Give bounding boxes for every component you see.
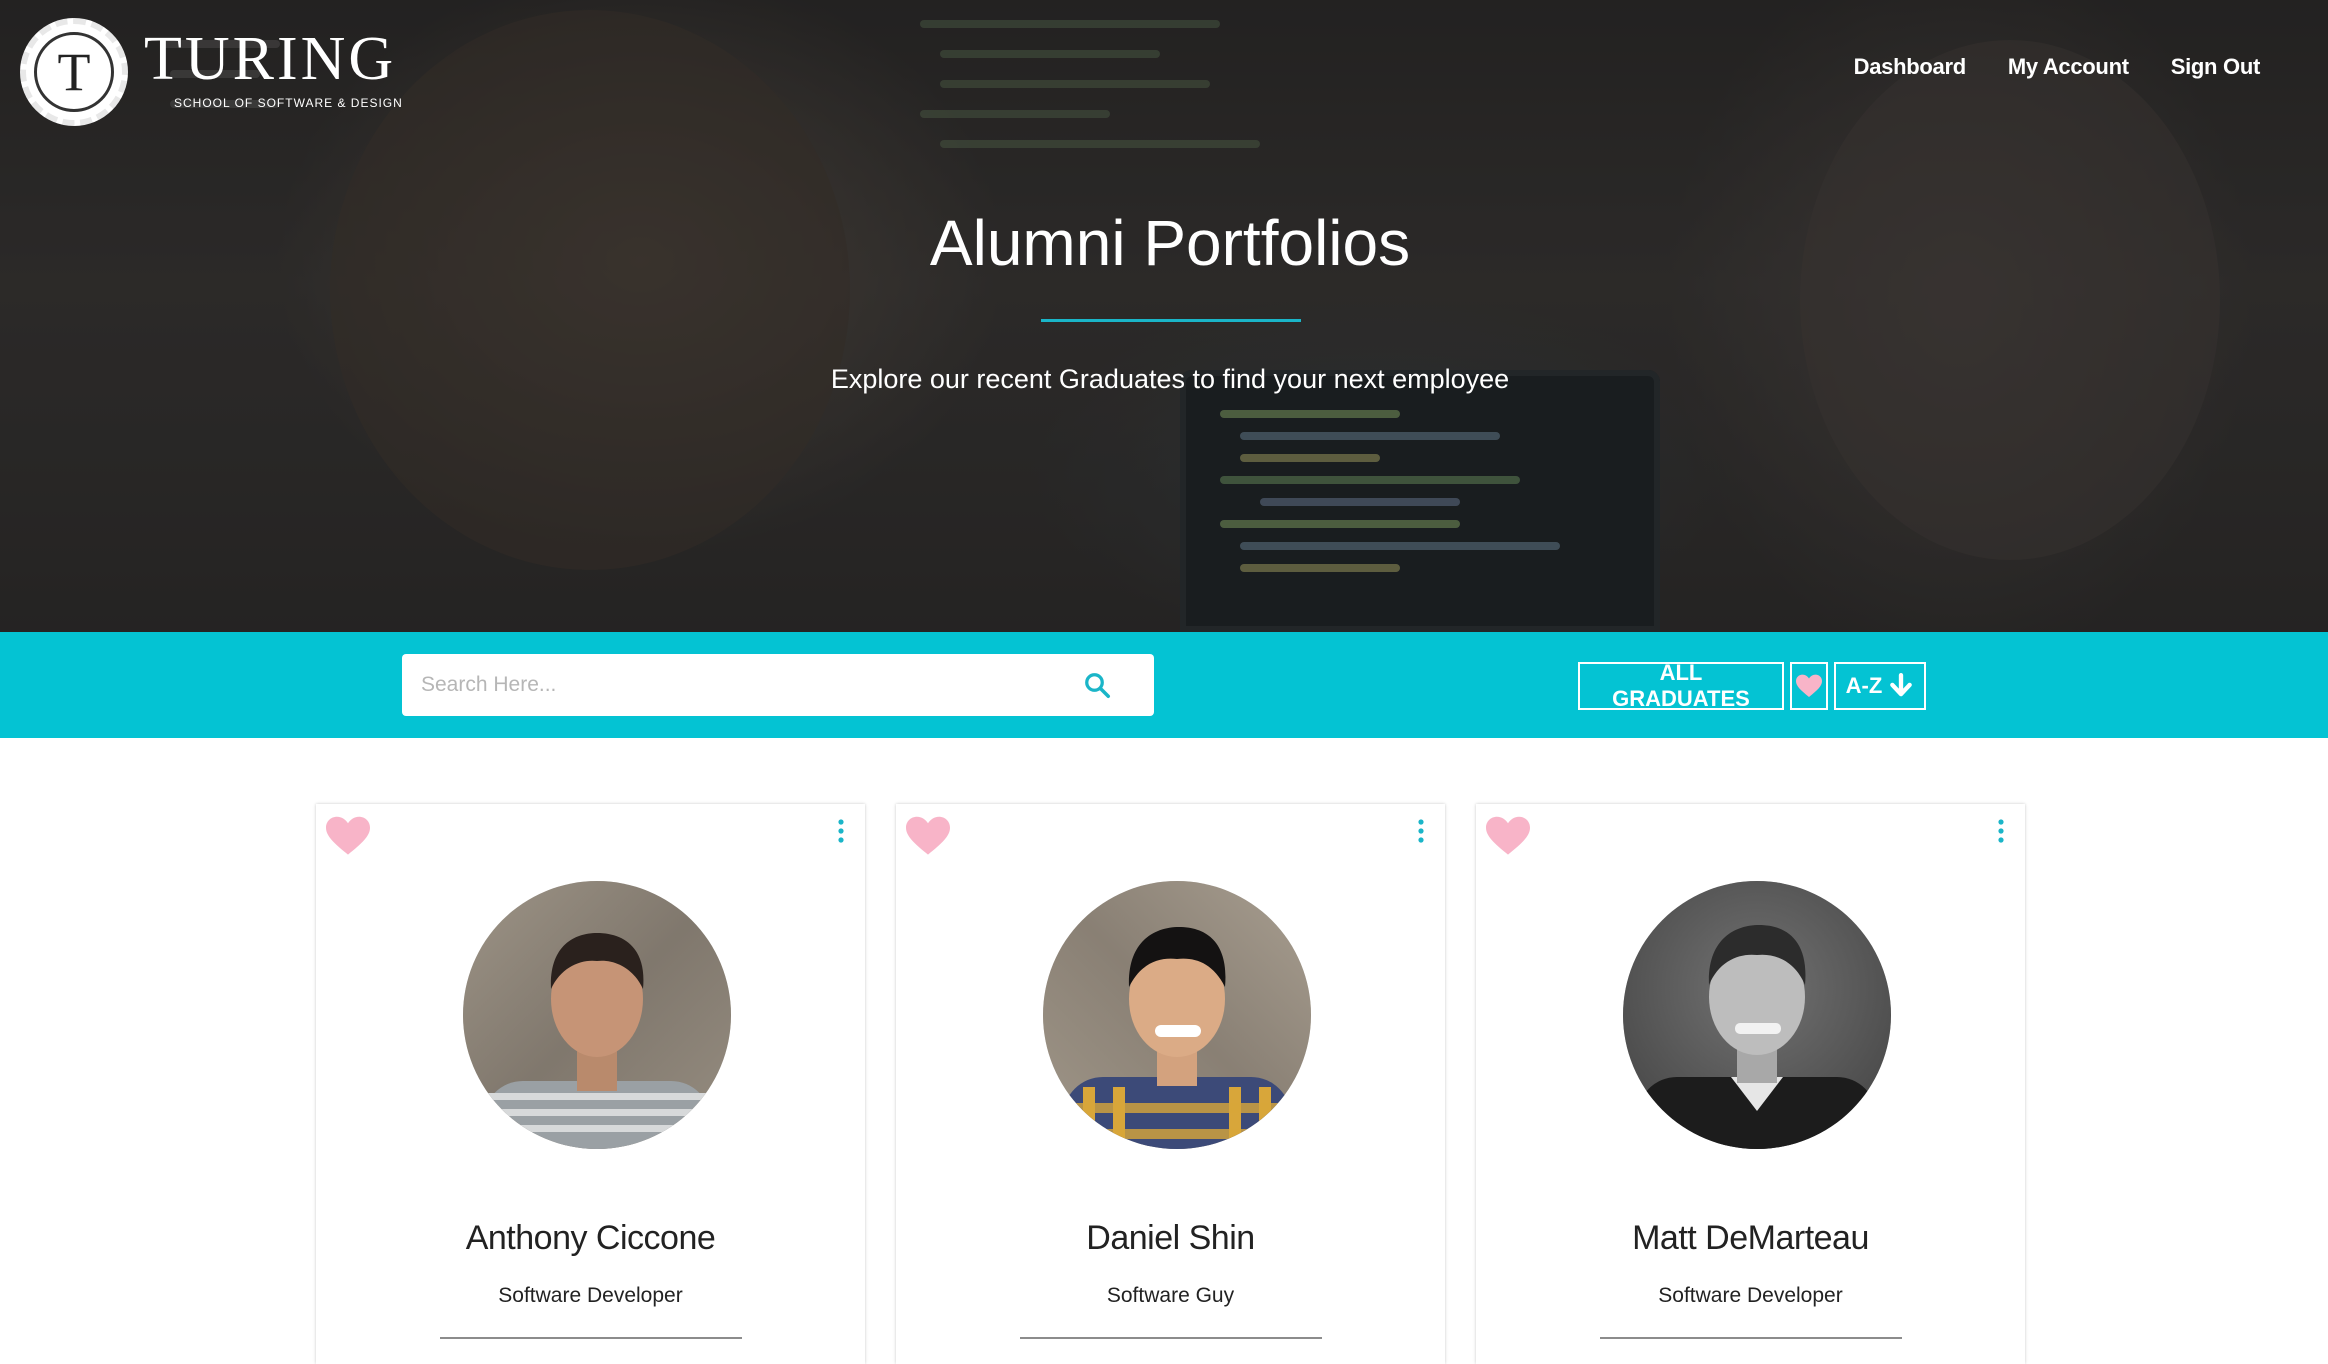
graduate-role: Software Developer xyxy=(1658,1284,1843,1307)
filter-buttons: ALL GRADUATES A-Z xyxy=(1578,660,1926,711)
favorites-filter-button[interactable] xyxy=(1790,662,1828,710)
graduate-card[interactable]: Anthony Ciccone Software Developer xyxy=(316,804,865,1364)
graduate-card[interactable]: Daniel Shin Software Guy xyxy=(896,804,1445,1364)
nav-link-my-account[interactable]: My Account xyxy=(2008,54,2129,80)
card-divider xyxy=(1600,1337,1902,1339)
card-divider xyxy=(440,1337,742,1339)
turing-logo[interactable]: T TURING SCHOOL OF SOFTWARE & DESIGN xyxy=(20,18,403,126)
search-box xyxy=(402,654,1154,716)
search-input[interactable] xyxy=(402,654,1042,716)
graduate-role: Software Guy xyxy=(1106,1284,1235,1307)
avatar xyxy=(1623,881,1891,1149)
nav-link-dashboard[interactable]: Dashboard xyxy=(1854,54,1967,80)
favorite-heart-icon[interactable] xyxy=(1486,816,1530,856)
logo-wordmark: TURING SCHOOL OF SOFTWARE & DESIGN xyxy=(144,28,403,110)
logo-tagline: SCHOOL OF SOFTWARE & DESIGN xyxy=(174,96,403,110)
arrow-down-icon xyxy=(1890,673,1913,697)
favorite-heart-icon[interactable] xyxy=(906,816,950,856)
logo-seal-letter: T xyxy=(34,32,114,112)
nav-link-sign-out[interactable]: Sign Out xyxy=(2171,54,2261,80)
sort-az-label: A-Z xyxy=(1845,673,1883,698)
graduate-name: Anthony Ciccone xyxy=(465,1219,716,1257)
search-icon[interactable] xyxy=(1082,670,1112,700)
page-subtitle: Explore our recent Graduates to find you… xyxy=(830,364,1510,394)
graduate-name: Matt DeMarteau xyxy=(1632,1219,1869,1257)
card-divider xyxy=(1020,1337,1322,1339)
top-navigation: Dashboard My Account Sign Out xyxy=(1854,54,2261,80)
hero-banner: T TURING SCHOOL OF SOFTWARE & DESIGN Das… xyxy=(0,0,2328,632)
avatar xyxy=(1043,881,1311,1149)
logo-name: TURING xyxy=(144,25,397,93)
graduate-name: Daniel Shin xyxy=(1086,1219,1255,1257)
all-graduates-label: ALL GRADUATES xyxy=(1612,660,1750,711)
heart-icon xyxy=(1796,674,1822,697)
more-options-icon[interactable] xyxy=(835,818,847,844)
logo-seal-icon: T xyxy=(20,18,128,126)
favorite-heart-icon[interactable] xyxy=(326,816,370,856)
filter-toolbar: ALL GRADUATES A-Z xyxy=(0,632,2328,738)
sort-az-button[interactable]: A-Z xyxy=(1834,662,1926,710)
all-graduates-button[interactable]: ALL GRADUATES xyxy=(1578,660,1784,711)
graduate-role: Software Developer xyxy=(498,1284,683,1307)
graduate-card[interactable]: Matt DeMarteau Software Developer xyxy=(1476,804,2025,1364)
more-options-icon[interactable] xyxy=(1995,818,2007,844)
page-title: Alumni Portfolios xyxy=(929,207,1411,279)
avatar xyxy=(463,881,731,1149)
more-options-icon[interactable] xyxy=(1415,818,1427,844)
title-divider xyxy=(1041,319,1301,322)
